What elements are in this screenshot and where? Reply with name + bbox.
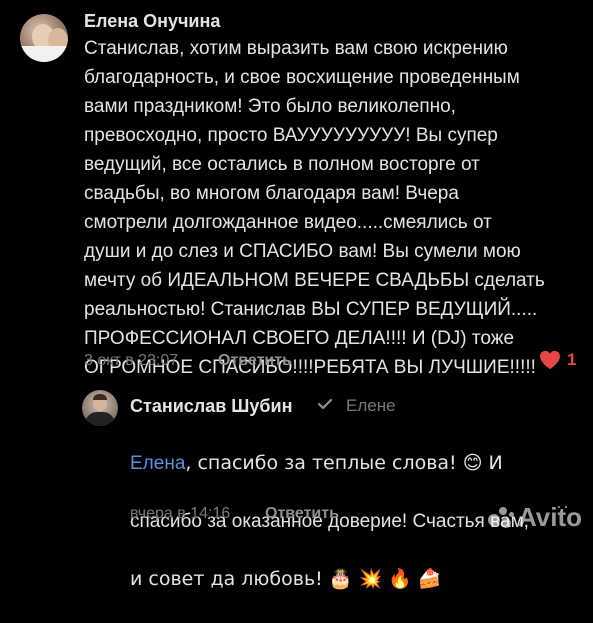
like-count: 1 — [567, 350, 577, 369]
reply-line-1: Елена, спасибо за теплые слова! 😊 И — [130, 449, 590, 478]
reply-to-name[interactable]: Елене — [346, 396, 396, 416]
like-button[interactable]: 1 — [539, 350, 576, 370]
reply-line-3: и совет да любовь! 🎂 💥 🔥 🍰 — [130, 568, 442, 590]
reply-reply-button[interactable]: Ответить — [265, 505, 339, 523]
avatar-elena[interactable] — [20, 14, 68, 62]
comment-author[interactable]: Елена Онучина — [84, 11, 220, 32]
reply-timestamp: вчера в 14:16 — [130, 505, 231, 522]
comment-text: Станислав, хотим выразить вам свою искре… — [84, 38, 545, 378]
check-icon — [317, 397, 333, 415]
avatar-hair — [93, 394, 107, 400]
avito-logo-icon — [488, 506, 514, 529]
mention-link[interactable]: Елена — [130, 453, 185, 474]
avatar-suit — [85, 412, 115, 426]
reply-author[interactable]: Станислав Шубин — [130, 396, 292, 417]
heart-icon — [540, 350, 560, 370]
reply-text-line1: , спасибо за теплые слова! 😊 И — [185, 452, 503, 474]
avito-watermark: Avito — [488, 502, 582, 533]
avatar-stanislav[interactable] — [82, 390, 118, 426]
comment-reply-button[interactable]: Ответить — [218, 352, 292, 370]
comment-timestamp: 3 окт в 23:07 — [84, 352, 179, 369]
avatar-clothing — [20, 46, 68, 62]
avito-watermark-text: Avito — [518, 502, 583, 532]
